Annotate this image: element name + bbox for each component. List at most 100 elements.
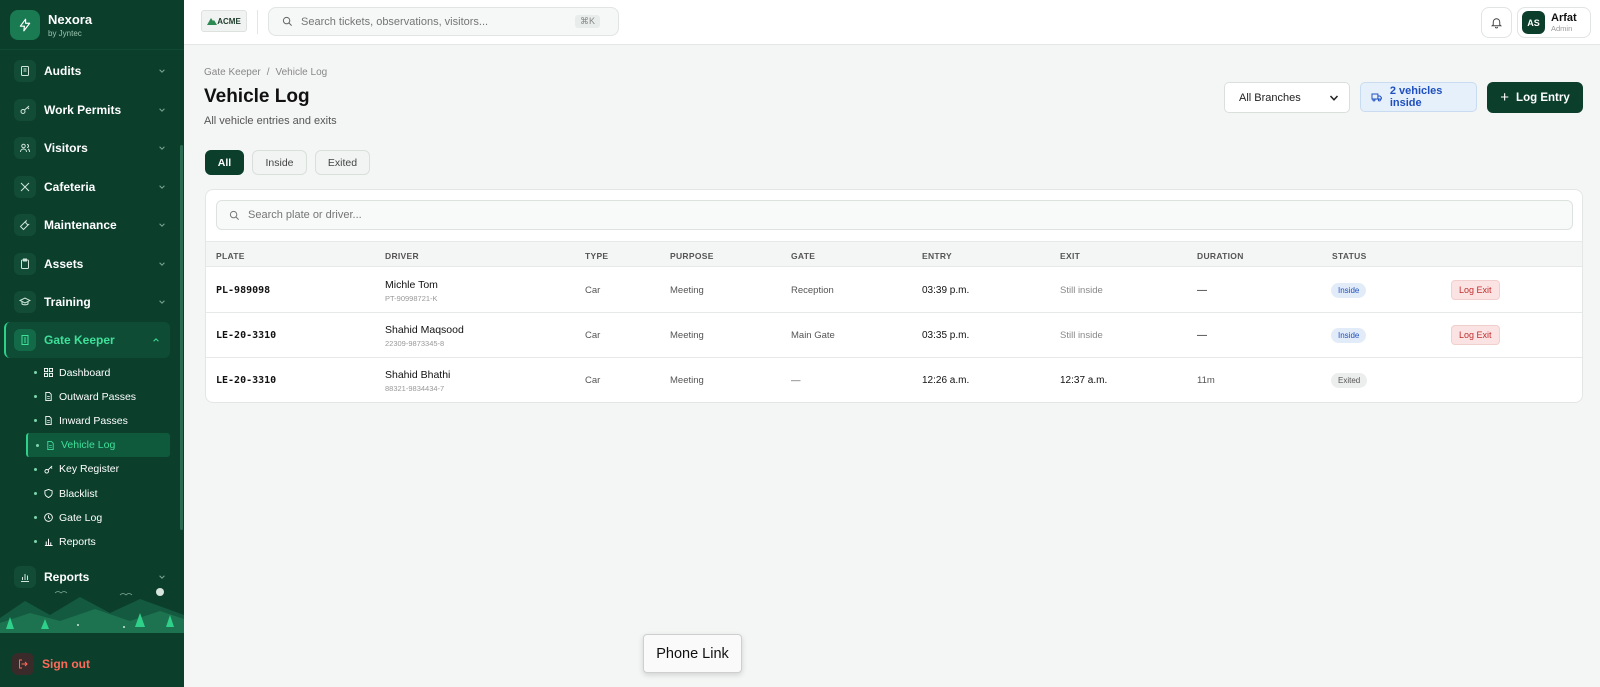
driver-id: 22309-9873345-8 bbox=[385, 339, 445, 348]
sidebar-item-visitors[interactable]: Visitors bbox=[0, 129, 176, 168]
sidebar-subitem-inward-passes[interactable]: Inward Passes bbox=[0, 409, 176, 433]
breadcrumb-current: Vehicle Log bbox=[275, 67, 328, 78]
sidebar-subitem-outward-passes[interactable]: Outward Passes bbox=[0, 385, 176, 409]
sidebar-item-work-permits[interactable]: Work Permits bbox=[0, 91, 176, 130]
sidebar-subitem-key-register[interactable]: Key Register bbox=[0, 457, 176, 481]
column-header-gate[interactable]: GATE bbox=[791, 251, 815, 261]
bullet-icon bbox=[34, 516, 37, 520]
log-entry-label: Log Entry bbox=[1516, 91, 1570, 104]
chevron-down-icon bbox=[152, 144, 172, 152]
column-header-status[interactable]: STATUS bbox=[1332, 251, 1367, 261]
sidebar-subitem-label: Inward Passes bbox=[59, 414, 128, 427]
truck-icon bbox=[1371, 93, 1382, 102]
phone-link-tooltip[interactable]: Phone Link bbox=[643, 634, 742, 673]
sidebar-subitem-label: Gate Log bbox=[59, 511, 103, 524]
global-search-input[interactable] bbox=[301, 15, 571, 28]
avatar: AS bbox=[1522, 11, 1545, 34]
driver-name: Shahid Bhathi bbox=[385, 369, 451, 381]
vehicles-inside-badge: 2 vehicles inside bbox=[1360, 82, 1477, 112]
shield-icon bbox=[44, 488, 55, 499]
status-badge: Inside bbox=[1331, 283, 1367, 298]
sidebar-subitem-reports[interactable]: Reports bbox=[0, 530, 176, 554]
grid-icon bbox=[44, 367, 55, 378]
column-header-exit[interactable]: EXIT bbox=[1060, 251, 1080, 261]
log-exit-button[interactable]: Log Exit bbox=[1451, 325, 1500, 345]
table-search[interactable] bbox=[216, 200, 1573, 230]
bullet-icon bbox=[34, 540, 37, 544]
sidebar-subitem-vehicle-log[interactable]: Vehicle Log bbox=[26, 433, 170, 458]
sidebar-subitem-label: Key Register bbox=[59, 463, 120, 476]
bell-icon bbox=[1490, 18, 1503, 29]
sidebar: Nexora by Jyntec Audits Work Permits Vis… bbox=[0, 0, 184, 687]
status-filter-tabs: All Inside Exited bbox=[205, 150, 378, 175]
column-header-driver[interactable]: DRIVER bbox=[385, 251, 419, 261]
breadcrumb-separator: / bbox=[266, 67, 270, 78]
audit-icon bbox=[14, 60, 36, 83]
table-row[interactable]: PL-989098 Michle Tom PT-90998721-K Car M… bbox=[206, 268, 1582, 313]
brand-name: Nexora bbox=[48, 11, 93, 27]
driver-cell: Shahid Bhathi 88321-9834434-7 bbox=[385, 369, 450, 393]
sidebar-item-label: Training bbox=[44, 295, 91, 310]
type-cell: Car bbox=[585, 330, 601, 341]
entry-cell: 03:39 p.m. bbox=[922, 285, 970, 296]
wrench-icon bbox=[14, 214, 36, 237]
status-badge: Inside bbox=[1331, 328, 1367, 343]
bolt-icon bbox=[10, 9, 40, 40]
topbar: ACME ⌘K AS Arfat Admin bbox=[184, 0, 1600, 45]
brand-subtitle: by Jyntec bbox=[48, 28, 82, 38]
sidebar-item-label: Audits bbox=[44, 64, 82, 79]
chevron-down-icon bbox=[152, 573, 172, 581]
filter-tab-all[interactable]: All bbox=[205, 150, 244, 175]
user-name: Arfat bbox=[1551, 12, 1577, 24]
global-search[interactable]: ⌘K bbox=[268, 7, 619, 36]
company-logo[interactable]: ACME bbox=[201, 10, 247, 32]
column-header-duration[interactable]: DURATION bbox=[1197, 251, 1244, 261]
sidebar-item-audits[interactable]: Audits bbox=[0, 52, 176, 91]
log-entry-button[interactable]: + Log Entry bbox=[1487, 82, 1583, 113]
document-icon bbox=[46, 440, 57, 451]
gate-cell: — bbox=[791, 375, 801, 386]
sidebar-item-training[interactable]: Training bbox=[0, 283, 176, 322]
filter-tab-exited[interactable]: Exited bbox=[315, 150, 370, 175]
sidebar-subitem-label: Vehicle Log bbox=[61, 439, 116, 452]
utensils-icon bbox=[14, 175, 36, 198]
log-exit-button[interactable]: Log Exit bbox=[1451, 280, 1500, 300]
sign-out-label: Sign out bbox=[42, 657, 90, 671]
branch-select[interactable]: All Branches bbox=[1224, 82, 1350, 113]
sidebar-item-label: Maintenance bbox=[44, 218, 117, 233]
sidebar-item-cafeteria[interactable]: Cafeteria bbox=[0, 168, 176, 207]
sidebar-item-maintenance[interactable]: Maintenance bbox=[0, 206, 176, 245]
sidebar-subitem-dashboard[interactable]: Dashboard bbox=[0, 361, 176, 385]
sidebar-subitem-blacklist[interactable]: Blacklist bbox=[0, 481, 176, 505]
table-row[interactable]: LE-20-3310 Shahid Bhathi 88321-9834434-7… bbox=[206, 358, 1582, 402]
notifications-button[interactable] bbox=[1481, 7, 1512, 38]
sidebar-item-assets[interactable]: Assets bbox=[0, 245, 176, 284]
breadcrumb-root[interactable]: Gate Keeper bbox=[204, 67, 261, 78]
table-row[interactable]: LE-20-3310 Shahid Maqsood 22309-9873345-… bbox=[206, 313, 1582, 358]
user-menu[interactable]: AS Arfat Admin bbox=[1517, 7, 1591, 38]
column-header-type[interactable]: TYPE bbox=[585, 251, 608, 261]
plate-driver-search-input[interactable] bbox=[248, 209, 848, 221]
column-header-plate[interactable]: PLATE bbox=[216, 251, 245, 261]
duration-cell: — bbox=[1197, 285, 1207, 296]
gate-cell: Reception bbox=[791, 285, 834, 296]
sidebar-item-gate-keeper[interactable]: Gate Keeper bbox=[4, 321, 170, 358]
sign-out-button[interactable]: Sign out bbox=[0, 650, 184, 678]
sidebar-subitem-label: Blacklist bbox=[59, 487, 98, 500]
vehicles-inside-text: 2 vehicles inside bbox=[1389, 85, 1443, 109]
bar-chart-icon bbox=[44, 536, 55, 547]
chevron-down-icon bbox=[152, 221, 172, 229]
sidebar-item-label: Cafeteria bbox=[44, 179, 96, 194]
key-icon bbox=[14, 98, 36, 121]
column-header-purpose[interactable]: PURPOSE bbox=[670, 251, 714, 261]
filter-tab-inside[interactable]: Inside bbox=[252, 150, 307, 175]
breadcrumb: Gate Keeper / Vehicle Log bbox=[204, 67, 327, 78]
sidebar-scrollbar[interactable] bbox=[180, 145, 183, 530]
sidebar-subitem-gate-log[interactable]: Gate Log bbox=[0, 506, 176, 530]
graduation-cap-icon bbox=[14, 291, 36, 314]
chevron-down-icon bbox=[1329, 94, 1339, 101]
brand[interactable]: Nexora by Jyntec bbox=[0, 0, 184, 50]
bullet-icon bbox=[34, 492, 37, 496]
column-header-entry[interactable]: ENTRY bbox=[922, 251, 952, 261]
chevron-up-icon bbox=[146, 336, 166, 344]
